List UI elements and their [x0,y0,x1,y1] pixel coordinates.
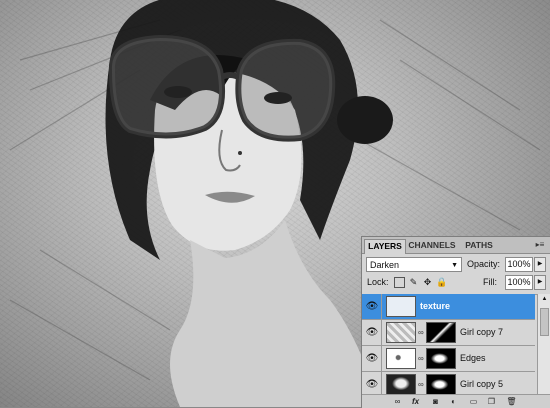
fill-slider-arrow-icon[interactable]: ▶ [534,275,546,290]
lock-all-icon[interactable]: 🔒 [436,277,447,288]
visibility-eye-icon[interactable]: 👁 [365,300,379,314]
layer-name: Girl copy 7 [460,327,504,337]
mask-link-icon[interactable]: ∞ [418,380,424,390]
fill-input[interactable]: 100% [505,275,533,290]
link-icon[interactable]: ∞ [392,396,403,407]
layer-mask-thumbnail [426,322,456,343]
lock-move-icon[interactable]: ✥ [422,277,433,288]
adjustment-icon[interactable]: ◐ [448,396,459,407]
layer-thumbnail [386,296,416,317]
fill-label: Fill: [483,277,497,287]
lock-transparency-icon[interactable] [394,277,405,288]
opacity-slider-arrow-icon[interactable]: ▶ [534,257,546,272]
scroll-up-icon[interactable]: ▲ [538,294,550,304]
blend-mode-select[interactable]: Darken ▼ [366,257,462,272]
lock-brush-icon[interactable]: ✎ [408,277,419,288]
layer-thumbnail [386,374,416,395]
opacity-input[interactable]: 100% [505,257,533,272]
fx-icon[interactable]: fx [410,396,421,407]
new-layer-icon[interactable]: ❐ [486,396,497,407]
lock-label: Lock: [367,277,389,287]
layer-list-scrollbar[interactable]: ▲ [537,294,550,408]
trash-icon[interactable]: 🗑 [506,396,517,407]
panel-menu-icon[interactable]: ▸≡ [533,240,547,250]
layer-mask-thumbnail [426,348,456,369]
layer-name: Girl copy 5 [460,379,504,389]
blend-mode-value: Darken [370,260,400,270]
layer-row-texture[interactable]: 👁 texture [362,294,535,320]
layer-row-girl-copy-7[interactable]: 👁 ∞ Girl copy 7 [362,320,535,346]
layer-mask-thumbnail [426,374,456,395]
opacity-label: Opacity: [467,259,501,269]
group-icon[interactable]: ▭ [468,396,479,407]
mask-link-icon[interactable]: ∞ [418,328,424,338]
layer-name: texture [420,301,451,311]
blend-row: Darken ▼ Opacity: 100% ▶ [362,254,550,274]
mask-link-icon[interactable]: ∞ [418,354,424,364]
visibility-eye-icon[interactable]: 👁 [365,352,379,366]
layer-thumbnail [386,322,416,343]
mask-icon[interactable]: ◙ [430,396,441,407]
panel-footer: ∞ fx ◙ ◐ ▭ ❐ 🗑 [362,394,550,408]
tab-layers[interactable]: LAYERS [364,239,406,254]
lock-row: Lock: ✎ ✥ 🔒 Fill: 100% ▶ [362,274,550,295]
tab-channels[interactable]: CHANNELS [407,239,457,253]
layer-row-edges[interactable]: 👁 ∞ Edges [362,346,535,372]
layer-list: 👁 texture 👁 ∞ Girl copy 7 👁 ∞ Edges 👁 ∞ [362,294,535,408]
layer-name: Edges [460,353,486,363]
dropdown-arrow-icon: ▼ [451,262,458,269]
visibility-eye-icon[interactable]: 👁 [365,378,379,392]
tab-paths[interactable]: PATHS [461,239,497,253]
panel-tab-bar: LAYERS CHANNELS PATHS ▸≡ [362,237,550,254]
layers-panel: LAYERS CHANNELS PATHS ▸≡ Darken ▼ Opacit… [361,236,550,408]
layer-thumbnail [386,348,416,369]
visibility-eye-icon[interactable]: 👁 [365,326,379,340]
scrollbar-thumb[interactable] [540,308,549,336]
